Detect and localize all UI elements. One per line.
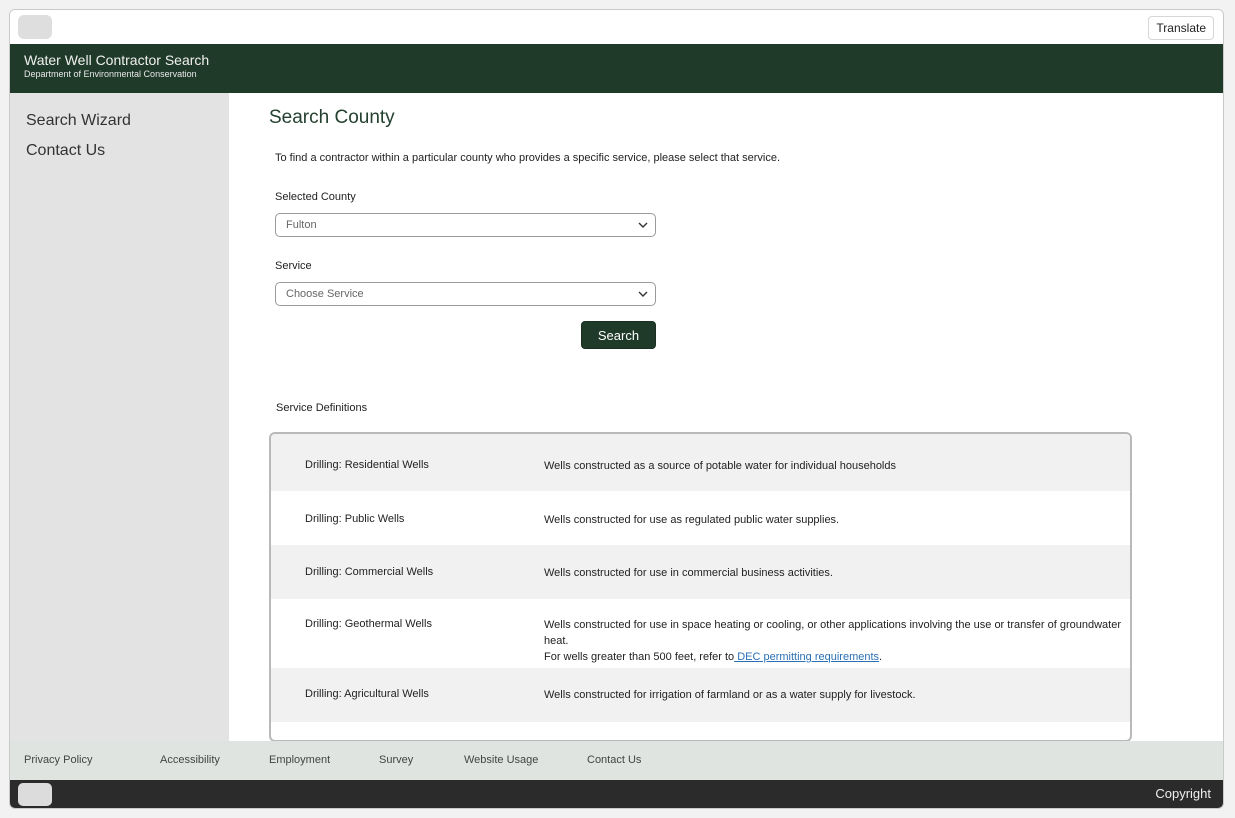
top-utility-bar: Translate xyxy=(10,10,1223,44)
app-window: Translate Water Well Contractor Search D… xyxy=(9,9,1224,809)
site-title[interactable]: Water Well Contractor Search xyxy=(24,52,209,68)
footer-link-contact-us[interactable]: Contact Us xyxy=(587,754,641,766)
copyright-text[interactable]: Copyright xyxy=(1155,786,1211,801)
footer-bar: Copyright xyxy=(10,780,1223,808)
table-row: Drilling: Geothermal Wells Wells constru… xyxy=(271,599,1130,668)
service-definitions-heading: Service Definitions xyxy=(276,402,368,414)
footer-logo-icon[interactable] xyxy=(18,783,52,806)
county-select[interactable]: Fulton xyxy=(275,213,656,237)
sidebar: Search Wizard Contact Us xyxy=(10,93,229,741)
service-definition: Wells constructed for irrigation of farm… xyxy=(544,689,916,701)
search-button[interactable]: Search xyxy=(581,321,656,349)
service-name: Drilling: Residential Wells xyxy=(305,459,429,471)
main-content: Search County To find a contractor withi… xyxy=(229,93,1223,742)
footer-link-survey[interactable]: Survey xyxy=(379,754,413,766)
county-label: Selected County xyxy=(275,191,356,203)
service-definition-line2: For wells greater than 500 feet, refer t… xyxy=(544,651,735,663)
dec-permitting-link[interactable]: DEC permitting requirements xyxy=(734,651,879,663)
table-row: Drilling: Residential Wells Wells constr… xyxy=(271,434,1130,491)
service-name: Drilling: Agricultural Wells xyxy=(305,688,429,700)
footer-link-accessibility[interactable]: Accessibility xyxy=(160,754,220,766)
page-title: Search County xyxy=(269,107,395,128)
footer-link-privacy-policy[interactable]: Privacy Policy xyxy=(24,754,92,766)
service-definition-line1: Wells constructed for use in space heati… xyxy=(544,619,1122,647)
sidebar-item-search-wizard[interactable]: Search Wizard xyxy=(26,112,131,130)
county-select-value: Fulton xyxy=(286,219,317,231)
sidebar-item-contact-us[interactable]: Contact Us xyxy=(26,142,105,160)
service-definition: Wells constructed for use in space heati… xyxy=(544,617,1129,665)
table-row: Drilling: Agricultural Wells Wells const… xyxy=(271,668,1130,722)
service-definition: Wells constructed for use in commercial … xyxy=(544,567,833,579)
state-logo-icon[interactable] xyxy=(18,15,52,39)
site-header: Water Well Contractor Search Department … xyxy=(10,44,1223,93)
service-name: Drilling: Geothermal Wells xyxy=(305,618,432,630)
footer-links: Privacy Policy Accessibility Employment … xyxy=(10,741,1223,780)
chevron-down-icon xyxy=(638,291,648,297)
service-definition-end: . xyxy=(879,651,883,663)
service-definition: Wells constructed for use as regulated p… xyxy=(544,514,840,526)
chevron-down-icon xyxy=(638,222,648,228)
service-name: Drilling: Public Wells xyxy=(305,513,405,525)
service-select-placeholder: Choose Service xyxy=(286,288,364,300)
service-definitions-table: Drilling: Residential Wells Wells constr… xyxy=(269,432,1132,742)
service-label: Service xyxy=(275,260,312,272)
footer-link-employment[interactable]: Employment xyxy=(269,754,330,766)
service-name: Drilling: Commercial Wells xyxy=(305,566,434,578)
table-row: Drilling: Commercial Wells Wells constru… xyxy=(271,545,1130,599)
translate-button[interactable]: Translate xyxy=(1148,16,1214,40)
footer-link-website-usage[interactable]: Website Usage xyxy=(464,754,538,766)
service-definition: Wells constructed as a source of potable… xyxy=(544,460,896,472)
intro-text: To find a contractor within a particular… xyxy=(275,152,781,164)
table-row: Drilling: Public Wells Wells constructed… xyxy=(271,491,1130,545)
service-select[interactable]: Choose Service xyxy=(275,282,656,306)
site-subtitle: Department of Environmental Conservation xyxy=(24,69,197,79)
